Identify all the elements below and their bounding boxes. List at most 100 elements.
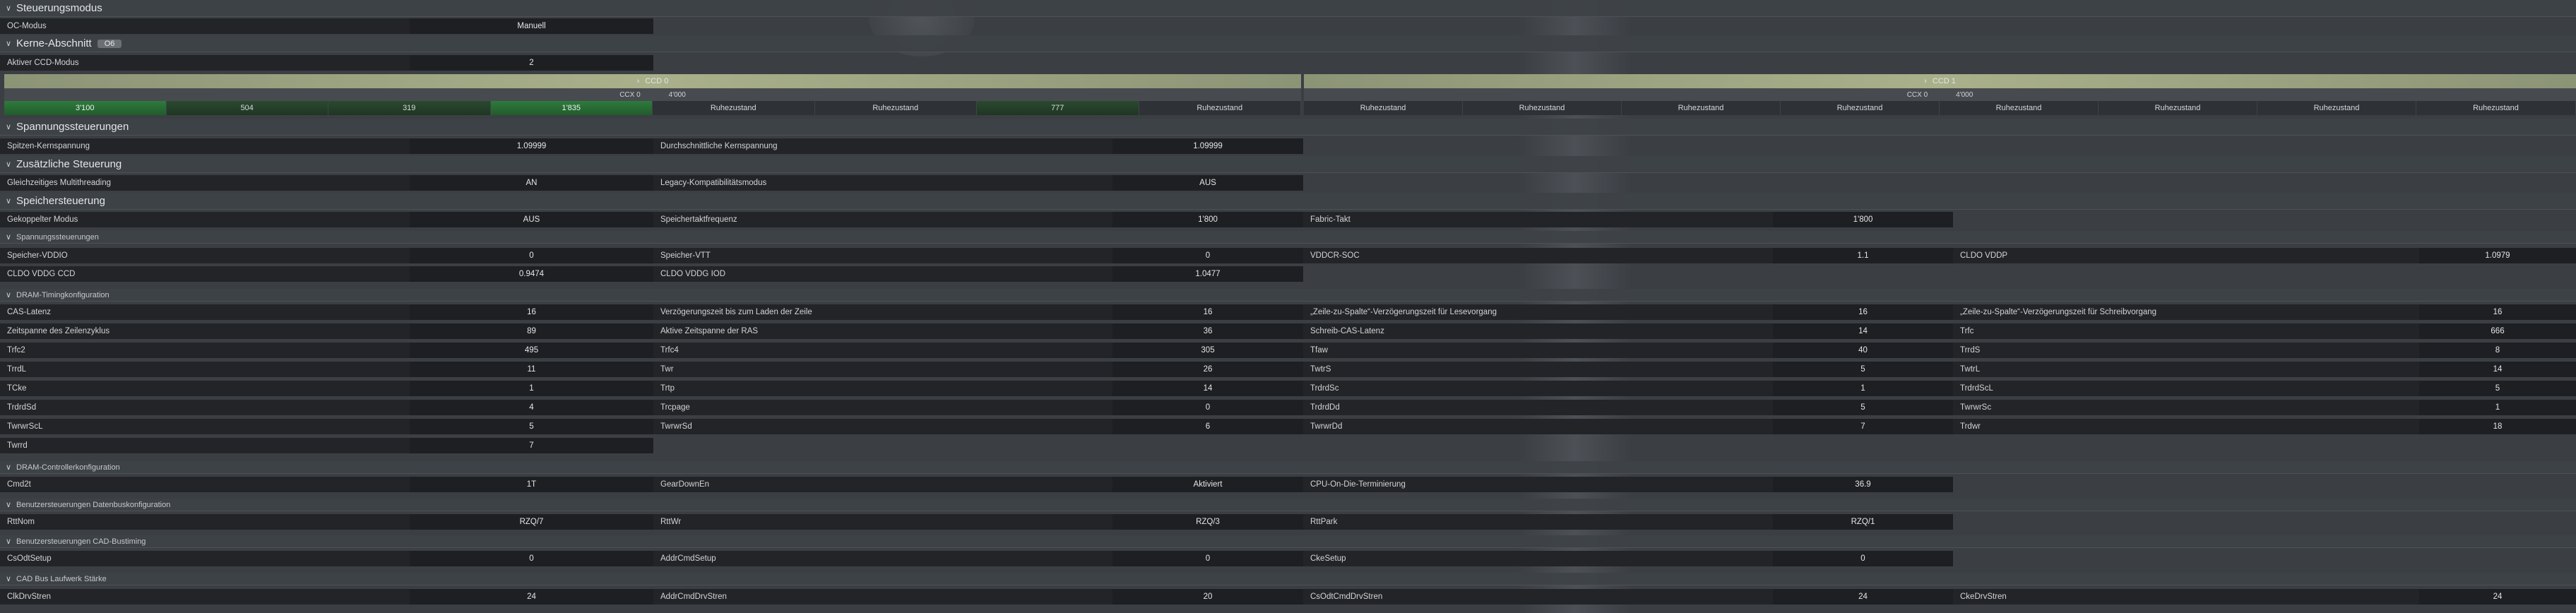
ccd0-freq: 4'000 [668,90,686,99]
core-value: Ruhezustand [814,101,977,115]
cad-strength-label: CkeDrvStren [1953,589,2419,605]
timing-label: TrrdS [1953,343,2419,358]
section-header-steuerungsmodus[interactable]: ∨ Steuerungsmodus [0,0,2576,17]
ccd1-header[interactable]: › CCD 1 [1304,74,2576,88]
timing-value[interactable]: 7 [410,438,653,453]
controller-label: CPU-On-Die-Terminierung [1303,477,1773,492]
timing-value[interactable]: 7 [1773,419,1953,434]
subsection-header-dram-controller[interactable]: ∨ DRAM-Controllerkonfiguration [0,461,2576,474]
core-value: Ruhezustand [653,101,815,115]
core-value: Ruhezustand [2416,101,2576,115]
voltage-value[interactable]: 1.0979 [2419,248,2576,263]
ccd0-title: CCD 0 [645,77,669,85]
timing-value[interactable]: 8 [2419,343,2576,358]
cad-strength-row: ClkDrvStren 24 AddrCmdDrvStren 20 CsOdtC… [0,589,2576,605]
timing-label: „Zeile-zu-Spalte“-Verzögerungszeit für S… [1953,304,2419,320]
voltage-value[interactable]: 1.0477 [1112,266,1303,282]
timing-value[interactable]: 26 [1112,362,1303,377]
ccd0-ccx-label: CCX 0 [619,90,641,99]
cad-timing-value[interactable]: 0 [1773,551,1953,566]
mem-label: Gekoppelter Modus [0,212,410,227]
peak-voltage-value: 1.09999 [410,138,653,154]
ccd0-panel: › CCD 0 CCX 0 4'000 3'100 504 319 1'835 … [4,74,1301,117]
timing-value[interactable]: 16 [1773,304,1953,320]
cad-strength-value[interactable]: 24 [1773,589,1953,605]
chevron-down-icon: ∨ [5,233,12,242]
timing-value[interactable]: 14 [2419,362,2576,377]
ccd0-header[interactable]: › CCD 0 [4,74,1301,88]
cad-timing-value[interactable]: 0 [410,551,653,566]
voltage-value[interactable]: 1.1 [1773,248,1953,263]
mem-value[interactable]: 1'800 [1112,212,1303,227]
cad-strength-value[interactable]: 24 [2419,589,2576,605]
section-header-kerne[interactable]: ∨ Kerne-Abschnitt O6 [0,35,2576,52]
timing-value[interactable]: 11 [410,362,653,377]
timing-value[interactable]: 495 [410,343,653,358]
subsection-header-dram-timing[interactable]: ∨ DRAM-Timingkonfiguration [0,289,2576,302]
chevron-down-icon: ∨ [5,123,12,131]
timing-label: Twrrd [0,438,410,453]
timing-value[interactable]: 5 [1773,362,1953,377]
timing-value[interactable]: 1 [410,381,653,396]
controller-value[interactable]: 36.9 [1773,477,1953,492]
section-header-zusaetzlich[interactable]: ∨ Zusätzliche Steuerung [0,156,2576,173]
timing-value[interactable]: 16 [1112,304,1303,320]
timing-label: „Zeile-zu-Spalte“-Verzögerungszeit für L… [1303,304,1773,320]
timing-value[interactable]: 1 [1773,381,1953,396]
section-header-speicher[interactable]: ∨ Speichersteuerung [0,193,2576,210]
subsection-header-cad-strength[interactable]: ∨ CAD Bus Laufwerk Stärke [0,573,2576,585]
databus-value[interactable]: RZQ/1 [1773,514,1953,530]
subsection-header-datenbus[interactable]: ∨ Benutzersteuerungen Datenbuskonfigurat… [0,499,2576,511]
cad-timing-value[interactable]: 0 [1112,551,1303,566]
timing-value[interactable]: 89 [410,323,653,339]
timing-label: Zeitspanne des Zeilenzyklus [0,323,410,339]
active-ccd-mode-value[interactable]: 2 [410,55,653,71]
mem-value[interactable]: AUS [410,212,653,227]
timing-label: TwrwrScL [0,419,410,434]
subsection-header-spannung[interactable]: ∨ Spannungssteuerungen [0,231,2576,244]
smt-value[interactable]: AN [410,175,653,191]
timing-value[interactable]: 40 [1773,343,1953,358]
timing-value[interactable]: 16 [410,304,653,320]
controller-value[interactable]: Aktiviert [1112,477,1303,492]
voltage-value[interactable]: 0 [410,248,653,263]
core-value: Ruhezustand [1622,101,1781,115]
mem-value[interactable]: 1'800 [1773,212,1953,227]
databus-value[interactable]: RZQ/3 [1112,514,1303,530]
kerne-badge: O6 [97,39,122,48]
timing-value[interactable]: 5 [410,419,653,434]
timing-label: Trfc4 [653,343,1112,358]
databus-value[interactable]: RZQ/7 [410,514,653,530]
timing-value[interactable]: 666 [2419,323,2576,339]
controller-value[interactable]: 1T [410,477,653,492]
timing-value[interactable]: 5 [2419,381,2576,396]
timing-value[interactable]: 6 [1112,419,1303,434]
core-value: Ruhezustand [1781,101,1940,115]
timing-value[interactable]: 14 [1112,381,1303,396]
cad-timing-label: AddrCmdSetup [653,551,1112,566]
core-value: Ruhezustand [1304,101,1463,115]
timing-label: Trdwr [1953,419,2419,434]
timing-value[interactable]: 0 [1112,400,1303,415]
timing-value[interactable]: 14 [1773,323,1953,339]
timing-value[interactable]: 305 [1112,343,1303,358]
legacy-value[interactable]: AUS [1112,175,1303,191]
section-header-spannung[interactable]: ∨ Spannungssteuerungen [0,119,2576,136]
timing-value[interactable]: 16 [2419,304,2576,320]
subsection-header-cad-bustiming[interactable]: ∨ Benutzersteuerungen CAD-Bustiming [0,535,2576,548]
timing-value[interactable]: 36 [1112,323,1303,339]
voltage-value[interactable]: 0 [1112,248,1303,263]
timing-value[interactable]: 1 [2419,400,2576,415]
voltage-label: CLDO VDDG IOD [653,266,1112,282]
voltage-label: VDDCR-SOC [1303,248,1773,263]
cad-strength-value[interactable]: 20 [1112,589,1303,605]
section-title: Kerne-Abschnitt [16,37,92,49]
timing-value[interactable]: 5 [1773,400,1953,415]
timing-label: TwtrS [1303,362,1773,377]
voltage-value[interactable]: 0.9474 [410,266,653,282]
timing-label: TrdrdSd [0,400,410,415]
timing-value[interactable]: 4 [410,400,653,415]
oc-mode-value[interactable]: Manuell [410,18,653,34]
timing-value[interactable]: 18 [2419,419,2576,434]
cad-strength-value[interactable]: 24 [410,589,653,605]
